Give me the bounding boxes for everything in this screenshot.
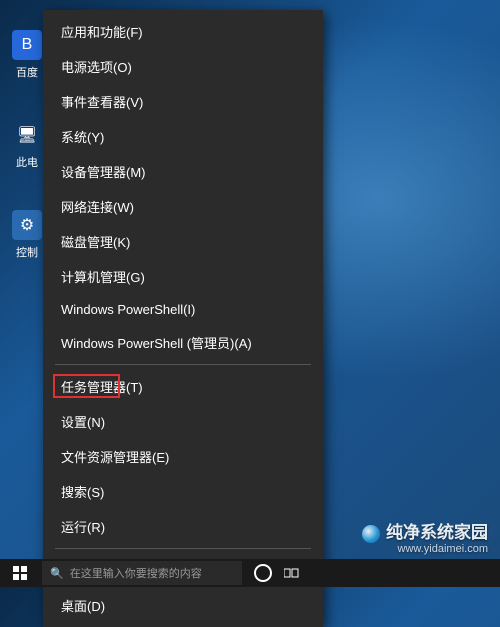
menu-item-label: 运行(R) bbox=[61, 517, 105, 536]
search-icon: 🔍 bbox=[50, 567, 64, 580]
menu-item-label: 计算机管理(G) bbox=[61, 267, 145, 286]
control-icon: ⚙ bbox=[12, 210, 42, 240]
menu-item-label: 电源选项(O) bbox=[61, 57, 132, 76]
menu-item-label: 设置(N) bbox=[61, 412, 105, 431]
menu-item[interactable]: Windows PowerShell (管理员)(A) bbox=[43, 325, 323, 360]
menu-separator bbox=[55, 548, 311, 549]
menu-item-label: 搜索(S) bbox=[61, 482, 104, 501]
menu-item-label: 应用和功能(F) bbox=[61, 22, 143, 41]
desktop-icon[interactable]: ⚙ 控制 bbox=[10, 210, 44, 260]
menu-item-label: 磁盘管理(K) bbox=[61, 232, 130, 251]
desktop-icon-label: 控制 bbox=[16, 244, 38, 260]
menu-item-label: 桌面(D) bbox=[61, 596, 105, 615]
task-view-button[interactable] bbox=[278, 559, 306, 587]
menu-item-label: Windows PowerShell (管理员)(A) bbox=[61, 333, 252, 352]
taskbar-search[interactable]: 🔍 在这里输入你要搜索的内容 bbox=[42, 561, 242, 585]
desktop-icon-label: 百度 bbox=[16, 64, 38, 80]
menu-item-label: 网络连接(W) bbox=[61, 197, 134, 216]
desktop-icon[interactable]: B 百度 bbox=[10, 30, 44, 80]
taskbar: 🔍 在这里输入你要搜索的内容 bbox=[0, 559, 500, 587]
menu-item-label: 设备管理器(M) bbox=[61, 162, 146, 181]
winx-context-menu: 应用和功能(F) 电源选项(O) 事件查看器(V) 系统(Y) 设备管理器(M) 网络连接… bbox=[43, 10, 323, 627]
menu-item[interactable]: 任务管理器(T) bbox=[43, 369, 323, 404]
cortana-button[interactable] bbox=[246, 559, 274, 587]
watermark-url: www.yidaimei.com bbox=[398, 543, 488, 555]
watermark-brand: 纯净系统家园 bbox=[386, 523, 488, 542]
menu-item[interactable]: Windows PowerShell(I) bbox=[43, 294, 323, 325]
search-placeholder: 在这里输入你要搜索的内容 bbox=[70, 565, 202, 581]
menu-item[interactable]: 系统(Y) bbox=[43, 119, 323, 154]
desktop-icon-label: 此电 bbox=[16, 154, 38, 170]
menu-item[interactable]: 计算机管理(G) bbox=[43, 259, 323, 294]
menu-item-label: 事件查看器(V) bbox=[61, 92, 143, 111]
start-button[interactable] bbox=[0, 559, 40, 587]
menu-item[interactable]: 桌面(D) bbox=[43, 588, 323, 623]
menu-item[interactable]: 搜索(S) bbox=[43, 474, 323, 509]
cortana-icon bbox=[254, 564, 272, 582]
menu-item[interactable]: 文件资源管理器(E) bbox=[43, 439, 323, 474]
watermark: 纯净系统家园 www.yidaimei.com bbox=[362, 518, 488, 555]
menu-item[interactable]: 设备管理器(M) bbox=[43, 154, 323, 189]
menu-item[interactable]: 电源选项(O) bbox=[43, 49, 323, 84]
desktop-icon-column: B 百度 🖥 此电 ⚙ 控制 bbox=[10, 30, 44, 260]
app-icon: B bbox=[12, 30, 42, 60]
menu-separator bbox=[55, 364, 311, 365]
menu-item[interactable]: 磁盘管理(K) bbox=[43, 224, 323, 259]
menu-item-label: 文件资源管理器(E) bbox=[61, 447, 169, 466]
task-view-icon bbox=[284, 567, 300, 579]
windows-logo-icon bbox=[13, 566, 27, 580]
menu-item[interactable]: 运行(R) bbox=[43, 509, 323, 544]
menu-item[interactable]: 网络连接(W) bbox=[43, 189, 323, 224]
pc-icon: 🖥 bbox=[12, 120, 42, 150]
menu-item[interactable]: 应用和功能(F) bbox=[43, 14, 323, 49]
menu-item-label: Windows PowerShell(I) bbox=[61, 302, 195, 317]
menu-item[interactable]: 设置(N) bbox=[43, 404, 323, 439]
menu-item[interactable]: 事件查看器(V) bbox=[43, 84, 323, 119]
menu-item-label: 任务管理器(T) bbox=[61, 377, 143, 396]
menu-item-label: 系统(Y) bbox=[61, 127, 104, 146]
desktop-icon[interactable]: 🖥 此电 bbox=[10, 120, 44, 170]
watermark-logo-icon bbox=[362, 525, 380, 543]
